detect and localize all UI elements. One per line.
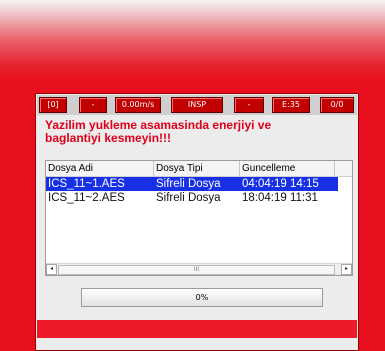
file-updated: 04:04:19 14:15 xyxy=(242,178,319,190)
file-list-header: Dosya Adi Dosya Tipi Guncelleme xyxy=(46,161,352,177)
progress-label: 0% xyxy=(195,293,209,302)
status-mode: INSP xyxy=(171,97,223,113)
footer-strip xyxy=(37,320,357,338)
software-update-panel: [0] - 0.00m/s INSP - E:35 0/0 Yazilim yu… xyxy=(35,93,359,351)
status-counter: [0] xyxy=(39,97,67,113)
file-row-1[interactable]: ICS_11~1.AES Sifreli Dosya 04:04:19 14:1… xyxy=(46,177,338,191)
status-dash-1: - xyxy=(79,97,107,113)
status-dash-2: - xyxy=(234,97,264,113)
upload-progress-bar: 0% xyxy=(81,288,323,307)
file-name: ICS_11~2.AES xyxy=(48,192,125,204)
file-updated: 18:04:19 11:31 xyxy=(242,192,318,204)
status-error-code: E:35 xyxy=(272,97,310,113)
scroll-left-icon[interactable]: ◂ xyxy=(46,264,57,275)
status-speed: 0.00m/s xyxy=(115,97,161,113)
file-list[interactable]: Dosya Adi Dosya Tipi Guncelleme ICS_11~1… xyxy=(45,160,353,276)
scroll-thumb[interactable]: III xyxy=(58,265,335,275)
horizontal-scrollbar[interactable]: ◂ III ▸ xyxy=(46,263,352,275)
window-top-gradient xyxy=(0,0,385,80)
column-header-name[interactable]: Dosya Adi xyxy=(46,161,154,176)
file-type: Sifreli Dosya xyxy=(156,192,221,204)
file-type: Sifreli Dosya xyxy=(156,178,221,190)
status-count: 0/0 xyxy=(320,97,354,113)
scroll-right-icon[interactable]: ▸ xyxy=(341,264,352,275)
file-name: ICS_11~1.AES xyxy=(48,178,125,190)
column-header-type[interactable]: Dosya Tipi xyxy=(154,161,240,176)
warning-message: Yazilim yukleme asamasinda enerjiyi ve b… xyxy=(45,119,345,145)
warning-line-2: baglantiyi kesmeyin!!! xyxy=(45,131,172,145)
status-bar: [0] - 0.00m/s INSP - E:35 0/0 xyxy=(37,95,357,115)
column-header-updated[interactable]: Guncelleme xyxy=(240,161,335,176)
file-row-2[interactable]: ICS_11~2.AES Sifreli Dosya 18:04:19 11:3… xyxy=(46,191,338,205)
